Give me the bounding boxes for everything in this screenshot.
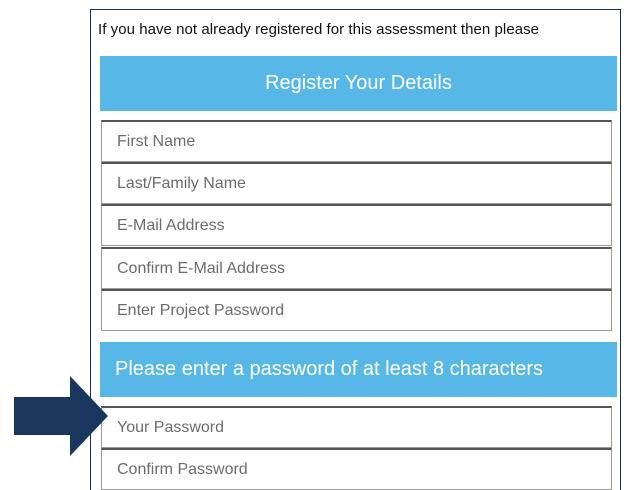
registration-screen: If you have not already registered for t… (0, 0, 628, 490)
first-name-field[interactable] (101, 120, 612, 162)
password-requirement-banner: Please enter a password of at least 8 ch… (100, 342, 617, 397)
your-password-field[interactable] (101, 406, 612, 448)
project-password-field[interactable] (101, 289, 612, 331)
register-details-banner: Register Your Details (100, 56, 617, 111)
confirm-password-field[interactable] (101, 448, 612, 490)
confirm-email-field[interactable] (101, 247, 612, 289)
arrow-right-icon (14, 376, 108, 456)
email-field[interactable] (101, 204, 612, 246)
last-name-field[interactable] (101, 162, 612, 204)
intro-text: If you have not already registered for t… (98, 21, 540, 38)
